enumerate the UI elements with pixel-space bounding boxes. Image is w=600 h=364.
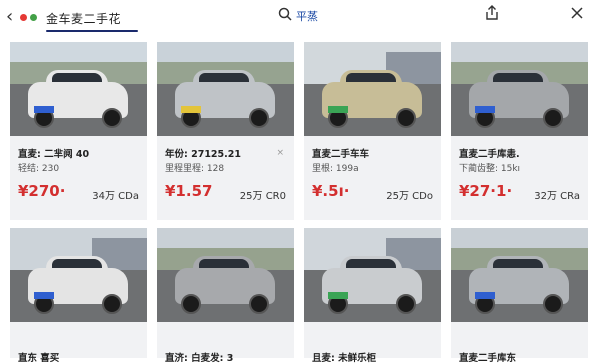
listing-detail: 轻结: 230 bbox=[18, 164, 60, 174]
listing-sub: 32万 CRa bbox=[534, 191, 580, 202]
wheel bbox=[249, 294, 269, 314]
car-photo[interactable] bbox=[10, 228, 147, 322]
car-photo[interactable] bbox=[304, 228, 441, 322]
listing-card-5[interactable]: 直东 喜买 bbox=[10, 228, 147, 364]
search-icon[interactable] bbox=[278, 7, 292, 21]
listing-detail: 下蔺齿整: 15kı bbox=[459, 164, 521, 174]
car-photo[interactable] bbox=[451, 228, 588, 322]
listing-detail: 里程里程: 128 bbox=[165, 164, 225, 174]
green-dot-icon bbox=[30, 14, 37, 21]
share-icon[interactable] bbox=[483, 4, 501, 22]
car-photo[interactable] bbox=[304, 42, 441, 136]
license-plate bbox=[475, 292, 495, 299]
title-underline bbox=[46, 30, 138, 32]
car-photo[interactable] bbox=[10, 42, 147, 136]
listing-card-3[interactable]: 直麦二手车车 里根: 199a ¥.5ı· 25万 CDo bbox=[304, 42, 441, 220]
license-plate bbox=[34, 292, 54, 299]
listing-price: ¥.5ı· bbox=[312, 182, 350, 200]
search-label[interactable]: 平蒸 bbox=[296, 8, 318, 24]
listing-title: 年份: 27125.21 bbox=[165, 149, 241, 159]
search-area[interactable]: 平蒸 bbox=[278, 6, 358, 26]
wheel bbox=[396, 294, 416, 314]
listing-sub: 34万 CDa bbox=[92, 191, 139, 202]
listing-card-8[interactable]: 直麦二手库东 bbox=[451, 228, 588, 364]
listing-price: ¥270· bbox=[18, 182, 66, 200]
page-title: 金车麦二手花 bbox=[46, 12, 122, 26]
wheel bbox=[543, 108, 563, 128]
license-plate bbox=[328, 292, 348, 299]
listing-title: 直麦二手车车 bbox=[312, 149, 370, 159]
dismiss-icon[interactable]: × bbox=[276, 148, 284, 158]
listing-card-7[interactable]: 且麦: 未鲜乐柜 bbox=[304, 228, 441, 364]
wheel bbox=[543, 294, 563, 314]
car-photo[interactable] bbox=[157, 228, 294, 322]
listing-card-1[interactable]: 直麦: 二芈阋 40 轻结: 230 ¥270· 34万 CDa bbox=[10, 42, 147, 220]
license-plate bbox=[34, 106, 54, 113]
back-icon[interactable]: ‹ bbox=[6, 6, 13, 27]
top-bar: ‹ 金车麦二手花 平蒸 bbox=[0, 0, 600, 34]
listing-price: ¥1.57 bbox=[165, 182, 213, 200]
wheel bbox=[102, 108, 122, 128]
red-dot-icon bbox=[20, 14, 27, 21]
wheel bbox=[396, 108, 416, 128]
listing-title: 直东 喜买 bbox=[18, 353, 60, 364]
listing-card-4[interactable]: 直麦二手库恚. 下蔺齿整: 15kı ¥27·1· 32万 CRa bbox=[451, 42, 588, 220]
listing-title: 直济: 白麦发: 3 bbox=[165, 353, 234, 364]
listing-sub: 25万 CDo bbox=[386, 191, 433, 202]
wheel bbox=[102, 294, 122, 314]
listing-card-2[interactable]: 年份: 27125.21 里程里程: 128 × ¥1.57 25万 CR0 bbox=[157, 42, 294, 220]
listing-title: 直麦二手库恚. bbox=[459, 149, 520, 159]
close-icon[interactable] bbox=[570, 6, 584, 20]
listing-sub: 25万 CR0 bbox=[239, 191, 286, 202]
listing-card-6[interactable]: 直济: 白麦发: 3 bbox=[157, 228, 294, 364]
wheel bbox=[249, 108, 269, 128]
license-plate bbox=[328, 106, 348, 113]
listing-price: ¥27·1· bbox=[459, 182, 513, 200]
listing-detail: 里根: 199a bbox=[312, 164, 359, 174]
listing-title: 且麦: 未鲜乐柜 bbox=[312, 353, 377, 364]
license-plate bbox=[181, 106, 201, 113]
license-plate bbox=[475, 106, 495, 113]
listing-title: 直麦二手库东 bbox=[459, 353, 517, 364]
wheel bbox=[181, 294, 201, 314]
car-photo[interactable] bbox=[157, 42, 294, 136]
listing-title: 直麦: 二芈阋 40 bbox=[18, 149, 90, 159]
car-photo[interactable] bbox=[451, 42, 588, 136]
